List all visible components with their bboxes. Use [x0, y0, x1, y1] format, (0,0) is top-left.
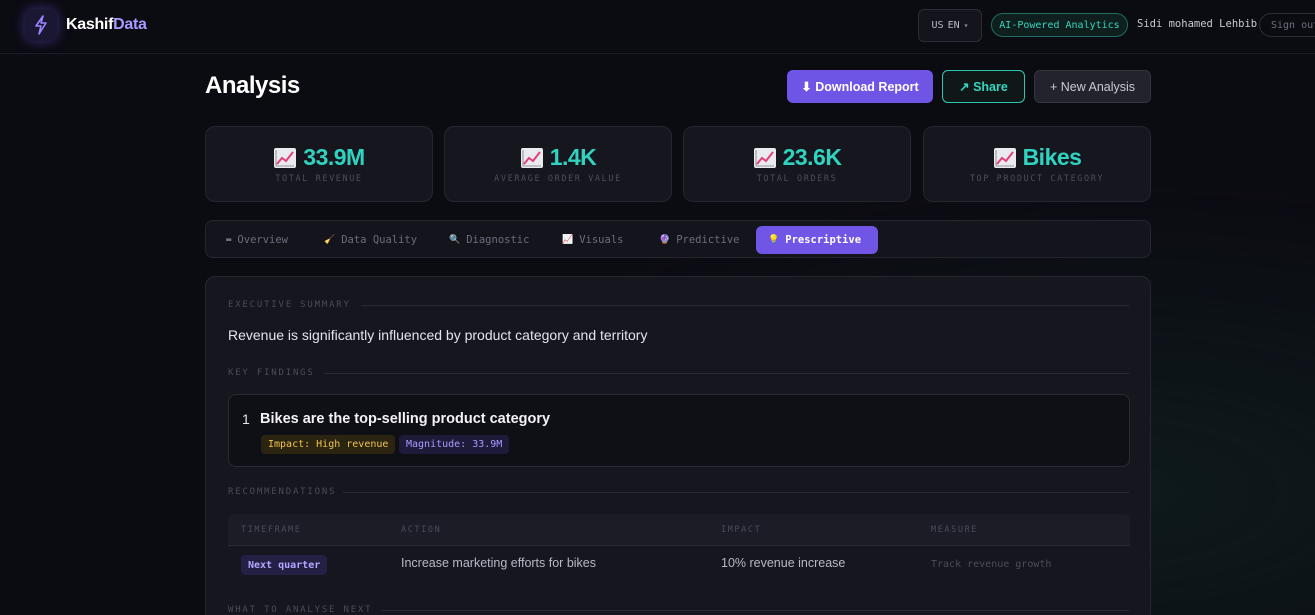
table-header: TIMEFRAME ACTION IMPACT MEASURE	[228, 514, 1130, 546]
section-label-executive-summary: EXECUTIVE SUMMARY	[228, 300, 351, 310]
top-bar: KashifData US EN ▾ AI-Powered Analytics …	[0, 0, 1315, 54]
impact-badge: Impact: High revenue	[261, 435, 396, 454]
chart-icon: 📈	[562, 235, 574, 245]
column-header: IMPACT	[721, 525, 762, 535]
tab-diagnostic[interactable]: 🔍 Diagnostic	[437, 226, 541, 254]
divider	[343, 492, 1129, 493]
magnitude-badge: Magnitude: 33.9M	[399, 435, 510, 454]
lightning-icon	[35, 15, 47, 35]
logo[interactable]	[25, 9, 57, 41]
column-header: TIMEFRAME	[241, 525, 302, 535]
divider	[361, 305, 1129, 306]
chart-increasing-icon	[753, 147, 776, 168]
language-select[interactable]: US EN ▾	[918, 9, 982, 42]
chart-increasing-icon	[274, 147, 297, 168]
impact-cell: 10% revenue increase	[721, 556, 846, 570]
finding-card: 1 Bikes are the top-selling product cate…	[228, 394, 1130, 467]
tab-label: Prescriptive	[785, 234, 862, 246]
chart-increasing-icon	[993, 147, 1016, 168]
tab-visuals[interactable]: 📈 Visuals	[550, 226, 635, 254]
new-analysis-button[interactable]: + New Analysis	[1034, 70, 1151, 103]
measure-cell: Track revenue growth	[931, 559, 1052, 570]
kpi-label: TOP PRODUCT CATEGORY	[969, 174, 1105, 184]
kpi-label: AVERAGE ORDER VALUE	[494, 174, 622, 184]
tab-label: Visuals	[579, 234, 624, 246]
section-label-what-to-analyse-next: WHAT TO ANALYSE NEXT	[228, 605, 373, 615]
sign-out-button[interactable]: Sign out	[1259, 13, 1315, 37]
brand-name: KashifData	[66, 16, 147, 33]
kpi-value: Bikes	[1022, 144, 1082, 170]
broom-icon: 🧹	[324, 235, 336, 245]
tab-prescriptive[interactable]: 💡 Prescriptive	[756, 226, 878, 254]
finding-number: 1	[242, 411, 250, 427]
chevron-down-icon: ▾	[963, 21, 969, 30]
kpi-card-total-orders: 23.6K TOTAL ORDERS	[683, 126, 911, 202]
tab-label: Diagnostic	[466, 234, 530, 246]
user-name: Sidi mohamed Lehbib	[1137, 18, 1258, 30]
column-header: ACTION	[401, 525, 442, 535]
kpi-card-average-order-value: 1.4K AVERAGE ORDER VALUE	[444, 126, 672, 202]
executive-summary-text: Revenue is significantly influenced by p…	[228, 327, 648, 343]
flag-label: US	[931, 20, 944, 31]
magnifier-icon: 🔍	[449, 235, 461, 245]
kpi-value: 1.4K	[549, 144, 597, 170]
tab-predictive[interactable]: 🔮 Predictive	[647, 226, 751, 254]
tab-label: Data Quality	[341, 234, 418, 246]
prescriptive-panel: EXECUTIVE SUMMARY Revenue is significant…	[205, 276, 1151, 615]
kpi-value: 23.6K	[782, 144, 842, 170]
tab-overview[interactable]: ▬ Overview	[214, 226, 300, 254]
recommendations-table: TIMEFRAME ACTION IMPACT MEASURE Next qua…	[228, 514, 1130, 584]
tab-data-quality[interactable]: 🧹 Data Quality	[312, 226, 429, 254]
section-label-recommendations: RECOMMENDATIONS	[228, 487, 337, 497]
kpi-label: TOTAL REVENUE	[275, 174, 363, 184]
page-title: Analysis	[205, 72, 300, 99]
action-cell: Increase marketing efforts for bikes	[401, 556, 596, 570]
lightbulb-icon: 💡	[768, 235, 780, 245]
section-label-key-findings: KEY FINDINGS	[228, 368, 315, 378]
column-header: MEASURE	[931, 525, 979, 535]
kpi-card-total-revenue: 33.9M TOTAL REVENUE	[205, 126, 433, 202]
language-code: EN	[947, 20, 960, 31]
finding-title: Bikes are the top-selling product catego…	[260, 411, 551, 427]
kpi-card-top-product-category: Bikes TOP PRODUCT CATEGORY	[923, 126, 1151, 202]
analysis-tabs: ▬ Overview 🧹 Data Quality 🔍 Diagnostic 📈…	[205, 220, 1151, 258]
divider	[381, 610, 1129, 611]
kpi-value: 33.9M	[303, 144, 365, 170]
kpi-label: TOTAL ORDERS	[756, 174, 838, 184]
chart-increasing-icon	[520, 147, 543, 168]
share-button[interactable]: ↗ Share	[942, 70, 1025, 103]
tab-label: Predictive	[676, 234, 740, 246]
timeframe-badge: Next quarter	[241, 555, 328, 575]
crystal-ball-icon: 🔮	[659, 235, 671, 245]
ai-powered-badge: AI-Powered Analytics	[991, 13, 1128, 37]
download-report-button[interactable]: ⬇ Download Report	[787, 70, 933, 103]
tab-label: Overview	[237, 234, 288, 246]
folder-icon: ▬	[226, 235, 232, 245]
divider	[324, 373, 1129, 374]
